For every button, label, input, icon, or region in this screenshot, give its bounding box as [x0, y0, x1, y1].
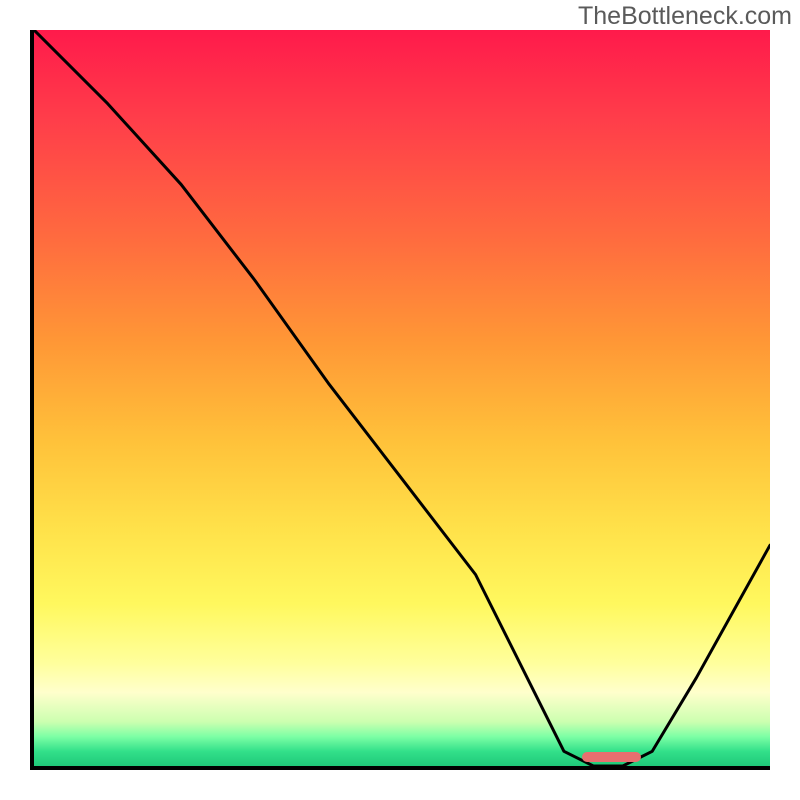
chart-frame: TheBottleneck.com	[0, 0, 800, 800]
optimal-range-marker	[582, 752, 641, 762]
bottleneck-curve	[34, 30, 770, 766]
plot-area	[30, 30, 770, 770]
watermark-text: TheBottleneck.com	[578, 2, 792, 31]
